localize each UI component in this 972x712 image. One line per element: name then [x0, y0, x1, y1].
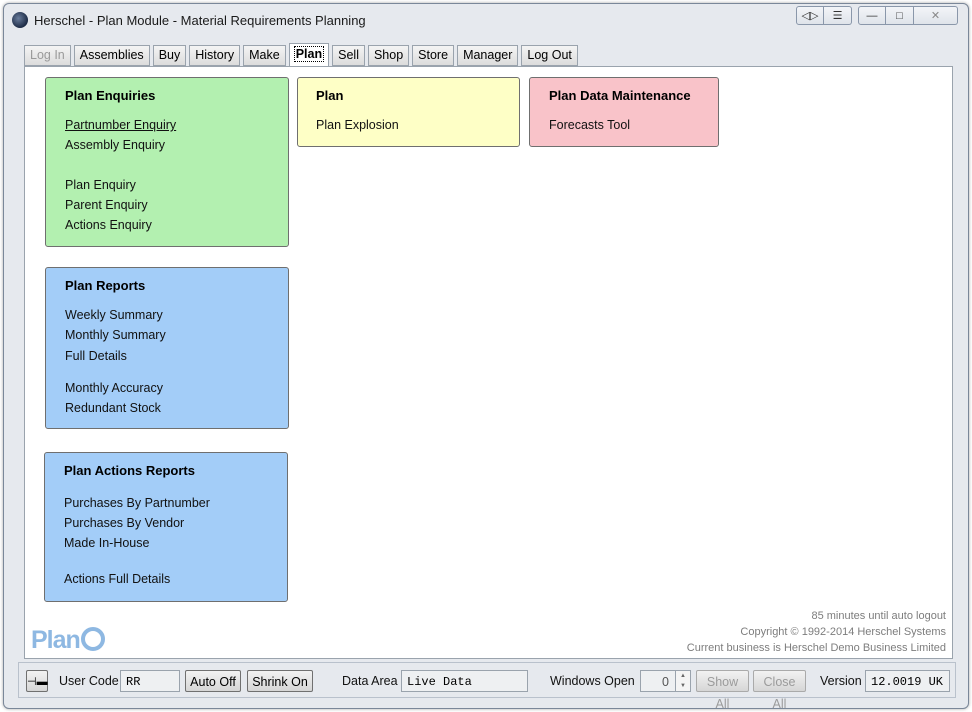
- tab-shop[interactable]: Shop: [367, 45, 410, 66]
- tab-history[interactable]: History: [189, 45, 241, 66]
- title-bar: Herschel - Plan Module - Material Requir…: [4, 4, 968, 32]
- tab-plan[interactable]: Plan: [288, 43, 330, 67]
- card-title: Plan Actions Reports: [64, 463, 195, 478]
- copyright-text: Copyright © 1992-2014 Herschel Systems: [740, 626, 946, 638]
- tab-buy[interactable]: Buy: [152, 45, 187, 66]
- monthly-accuracy-link[interactable]: Monthly Accuracy: [65, 381, 163, 395]
- maximize-button[interactable]: □: [886, 6, 914, 25]
- redundant-stock-link[interactable]: Redundant Stock: [65, 401, 161, 415]
- plan-card: Plan Plan Explosion: [297, 77, 520, 147]
- forecasts-tool-link[interactable]: Forecasts Tool: [549, 118, 630, 132]
- purchases-by-vendor-link[interactable]: Purchases By Vendor: [64, 516, 184, 530]
- spin-down-icon[interactable]: ▼: [676, 681, 690, 691]
- monthly-summary-link[interactable]: Monthly Summary: [65, 328, 166, 342]
- show-all-button[interactable]: Show All: [696, 670, 749, 711]
- windows-open-field[interactable]: 0: [640, 670, 676, 692]
- weekly-summary-link[interactable]: Weekly Summary: [65, 308, 163, 322]
- module-tabs: Log In Assemblies Buy History Make Plan …: [24, 42, 581, 67]
- plan-actions-reports-card: Plan Actions Reports Purchases By Partnu…: [44, 452, 288, 602]
- purchases-by-partnumber-link[interactable]: Purchases By Partnumber: [64, 496, 210, 510]
- toggle-panels-icon[interactable]: ◁▷: [796, 6, 824, 25]
- tab-make[interactable]: Make: [243, 45, 286, 66]
- spin-up-icon[interactable]: ▲: [676, 671, 690, 681]
- assembly-enquiry-link[interactable]: Assembly Enquiry: [65, 138, 165, 152]
- close-all-button[interactable]: Close All: [753, 670, 806, 711]
- plan-enquiry-link[interactable]: Plan Enquiry: [65, 178, 136, 192]
- pin-icon: ⊣▬: [27, 676, 48, 688]
- plan-logo: Plan: [31, 626, 105, 655]
- full-details-link[interactable]: Full Details: [65, 349, 127, 363]
- current-business-text: Current business is Herschel Demo Busine…: [686, 642, 946, 654]
- card-title: Plan Data Maintenance: [549, 88, 691, 103]
- user-code-field[interactable]: RR: [120, 670, 180, 692]
- actions-enquiry-link[interactable]: Actions Enquiry: [65, 218, 152, 232]
- card-title: Plan Enquiries: [65, 88, 156, 103]
- version-field: 12.0019 UK: [865, 670, 950, 692]
- card-title: Plan: [316, 88, 344, 103]
- main-window: Herschel - Plan Module - Material Requir…: [3, 3, 969, 711]
- tab-manager[interactable]: Manager: [457, 45, 519, 66]
- shrink-on-button[interactable]: Shrink On: [247, 670, 313, 692]
- tab-log-out[interactable]: Log Out: [521, 45, 578, 66]
- window-title: Herschel - Plan Module - Material Requir…: [34, 13, 366, 28]
- windows-open-label: Windows Open: [550, 674, 635, 688]
- data-area-label: Data Area: [342, 674, 398, 688]
- tab-sell[interactable]: Sell: [332, 45, 365, 66]
- made-in-house-link[interactable]: Made In-House: [64, 536, 149, 550]
- minimize-button[interactable]: —: [858, 6, 886, 25]
- auto-logout-text: 85 minutes until auto logout: [811, 610, 946, 622]
- close-button[interactable]: ✕: [914, 6, 958, 25]
- data-area-field[interactable]: Live Data: [401, 670, 528, 692]
- plan-data-maintenance-card: Plan Data Maintenance Forecasts Tool: [529, 77, 719, 147]
- window-controls: ◁▷ ☰ — □ ✕: [796, 6, 958, 28]
- plan-explosion-link[interactable]: Plan Explosion: [316, 118, 399, 132]
- plan-panel: Plan Enquiries Partnumber Enquiry Assemb…: [24, 66, 953, 659]
- version-label: Version: [820, 674, 862, 688]
- user-code-label: User Code: [59, 674, 119, 688]
- partnumber-enquiry-link[interactable]: Partnumber Enquiry: [65, 118, 176, 132]
- tab-store[interactable]: Store: [412, 45, 455, 66]
- plan-logo-text: Plan: [31, 626, 81, 654]
- tab-assemblies[interactable]: Assemblies: [73, 45, 150, 66]
- actions-full-details-link[interactable]: Actions Full Details: [64, 572, 170, 586]
- plan-reports-card: Plan Reports Weekly Summary Monthly Summ…: [45, 267, 289, 429]
- menu-list-icon[interactable]: ☰: [824, 6, 852, 25]
- tab-log-in[interactable]: Log In: [24, 45, 71, 66]
- gear-icon: [80, 627, 105, 651]
- pin-button[interactable]: ⊣▬: [26, 670, 48, 692]
- plan-enquiries-card: Plan Enquiries Partnumber Enquiry Assemb…: [45, 77, 289, 247]
- parent-enquiry-link[interactable]: Parent Enquiry: [65, 198, 148, 212]
- herschel-app-icon[interactable]: [12, 12, 28, 28]
- windows-open-spinner[interactable]: ▲ ▼: [675, 670, 691, 692]
- card-title: Plan Reports: [65, 278, 146, 293]
- status-bar: ⊣▬ User Code RR Auto Off Shrink On Data …: [18, 662, 956, 711]
- auto-off-button[interactable]: Auto Off: [185, 670, 241, 692]
